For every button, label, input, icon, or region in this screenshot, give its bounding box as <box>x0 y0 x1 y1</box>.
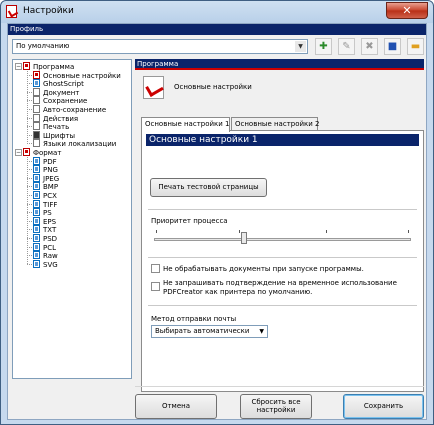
document-icon <box>33 87 40 96</box>
document-icon <box>33 139 40 148</box>
delete-profile-button[interactable]: ✖ <box>361 38 378 55</box>
tree-item[interactable]: SVG <box>33 259 58 269</box>
no-default-printer-confirm-checkbox[interactable] <box>151 282 160 291</box>
profile-label: Профиль <box>8 24 426 35</box>
document-icon <box>33 242 40 251</box>
chevron-down-icon[interactable]: ▼ <box>259 326 264 337</box>
document-icon <box>33 156 40 165</box>
footer-divider <box>135 386 424 387</box>
rename-profile-button[interactable]: ✎ <box>338 38 355 55</box>
pdfcreator-app-icon <box>6 5 17 18</box>
cancel-button[interactable]: Отмена <box>135 394 217 419</box>
document-icon <box>33 113 40 122</box>
priority-label: Приоритет процесса <box>151 217 228 225</box>
divider <box>148 257 417 258</box>
cancel-button-label: Отмена <box>161 402 191 410</box>
document-icon <box>33 225 40 234</box>
document-icon <box>33 234 40 242</box>
document-icon <box>33 130 40 139</box>
document-icon <box>33 96 40 105</box>
priority-slider-thumb[interactable] <box>240 232 247 244</box>
tree-connector <box>27 156 28 265</box>
mail-method-value: Выбирать автоматически <box>155 327 250 335</box>
slider-tick <box>239 230 240 233</box>
settings-tree[interactable]: − Программа Основные настройки GhostScript Д… <box>12 59 132 379</box>
collapse-toggle-icon[interactable]: − <box>15 149 22 156</box>
window-title: Настройки <box>23 6 74 16</box>
add-profile-button[interactable]: ✚ <box>315 38 332 55</box>
tree-connector <box>27 70 28 144</box>
tab-main-settings-1[interactable]: Основные настройки 1 <box>141 117 230 132</box>
settings-window: Настройки ✕ Профиль По умолчанию ▼ ✚ ✎ ✖ ■ ▬… <box>0 0 434 425</box>
open-folder-button[interactable]: ▬ <box>407 38 424 55</box>
document-icon <box>33 208 40 217</box>
section-name: Основные настройки <box>174 83 252 91</box>
document-icon <box>33 105 40 113</box>
rename-profile-icon: ✎ <box>342 41 351 52</box>
save-button-label: Сохранить <box>363 402 404 410</box>
priority-slider-track[interactable] <box>154 238 411 241</box>
tree-item-label: SVG <box>43 260 58 269</box>
client-area: Профиль По умолчанию ▼ ✚ ✎ ✖ ■ ▬ − Программа О… <box>7 23 427 420</box>
no-default-printer-confirm-label-2: PDFCreator как принтера по умолчанию. <box>163 288 313 296</box>
section-header: Программа <box>135 59 424 70</box>
skip-documents-on-start-checkbox[interactable] <box>151 264 160 273</box>
document-icon <box>33 70 40 79</box>
mail-method-label: Метод отправки почты <box>151 315 237 323</box>
open-folder-icon: ▬ <box>410 41 421 52</box>
tab-main-settings-2[interactable]: Основные настройки 2 <box>231 117 320 131</box>
save-button[interactable]: Сохранить <box>343 394 424 419</box>
no-default-printer-confirm-label-1: Не запрашивать подтверждение на временно… <box>163 279 397 287</box>
reset-button-label-1: Сбросить все <box>251 398 301 406</box>
mail-method-select[interactable]: Выбирать автоматически ▼ <box>151 325 268 338</box>
title-bar: Настройки ✕ <box>1 1 433 23</box>
skip-documents-on-start-label: Не обрабатывать документы при запуске пр… <box>163 265 364 273</box>
printer-icon <box>23 62 30 70</box>
profile-select[interactable]: По умолчанию ▼ <box>12 39 308 54</box>
reset-button-label-2: настройки <box>256 406 296 414</box>
document-icon <box>33 191 40 199</box>
panel-title: Основные настройки 1 <box>146 134 419 146</box>
slider-tick <box>326 230 327 233</box>
chevron-down-icon[interactable]: ▼ <box>295 41 306 52</box>
print-test-page-button[interactable]: Печать тестовой страницы <box>150 178 267 197</box>
slider-tick <box>408 230 409 233</box>
document-icon <box>33 122 40 131</box>
document-icon <box>33 79 40 88</box>
save-profile-button[interactable]: ■ <box>384 38 401 55</box>
document-icon <box>33 216 40 225</box>
document-icon <box>33 199 40 208</box>
document-icon <box>33 259 40 268</box>
divider <box>148 305 417 306</box>
collapse-toggle-icon[interactable]: − <box>15 63 22 70</box>
document-icon <box>33 182 40 191</box>
pdf-document-icon <box>143 76 164 99</box>
close-button[interactable]: ✕ <box>386 2 428 19</box>
save-profile-icon: ■ <box>387 41 398 52</box>
tab-panel: Основные настройки 1 Печать тестовой стр… <box>141 130 424 392</box>
document-icon <box>33 173 40 182</box>
document-icon <box>33 251 40 260</box>
reset-settings-button[interactable]: Сбросить все настройки <box>240 394 312 419</box>
printer-icon <box>23 148 30 156</box>
document-icon <box>33 165 40 174</box>
profile-selected-value: По умолчанию <box>16 42 70 50</box>
slider-tick <box>156 230 157 233</box>
divider <box>148 209 417 210</box>
delete-profile-icon: ✖ <box>365 41 374 52</box>
add-profile-icon: ✚ <box>319 41 328 52</box>
